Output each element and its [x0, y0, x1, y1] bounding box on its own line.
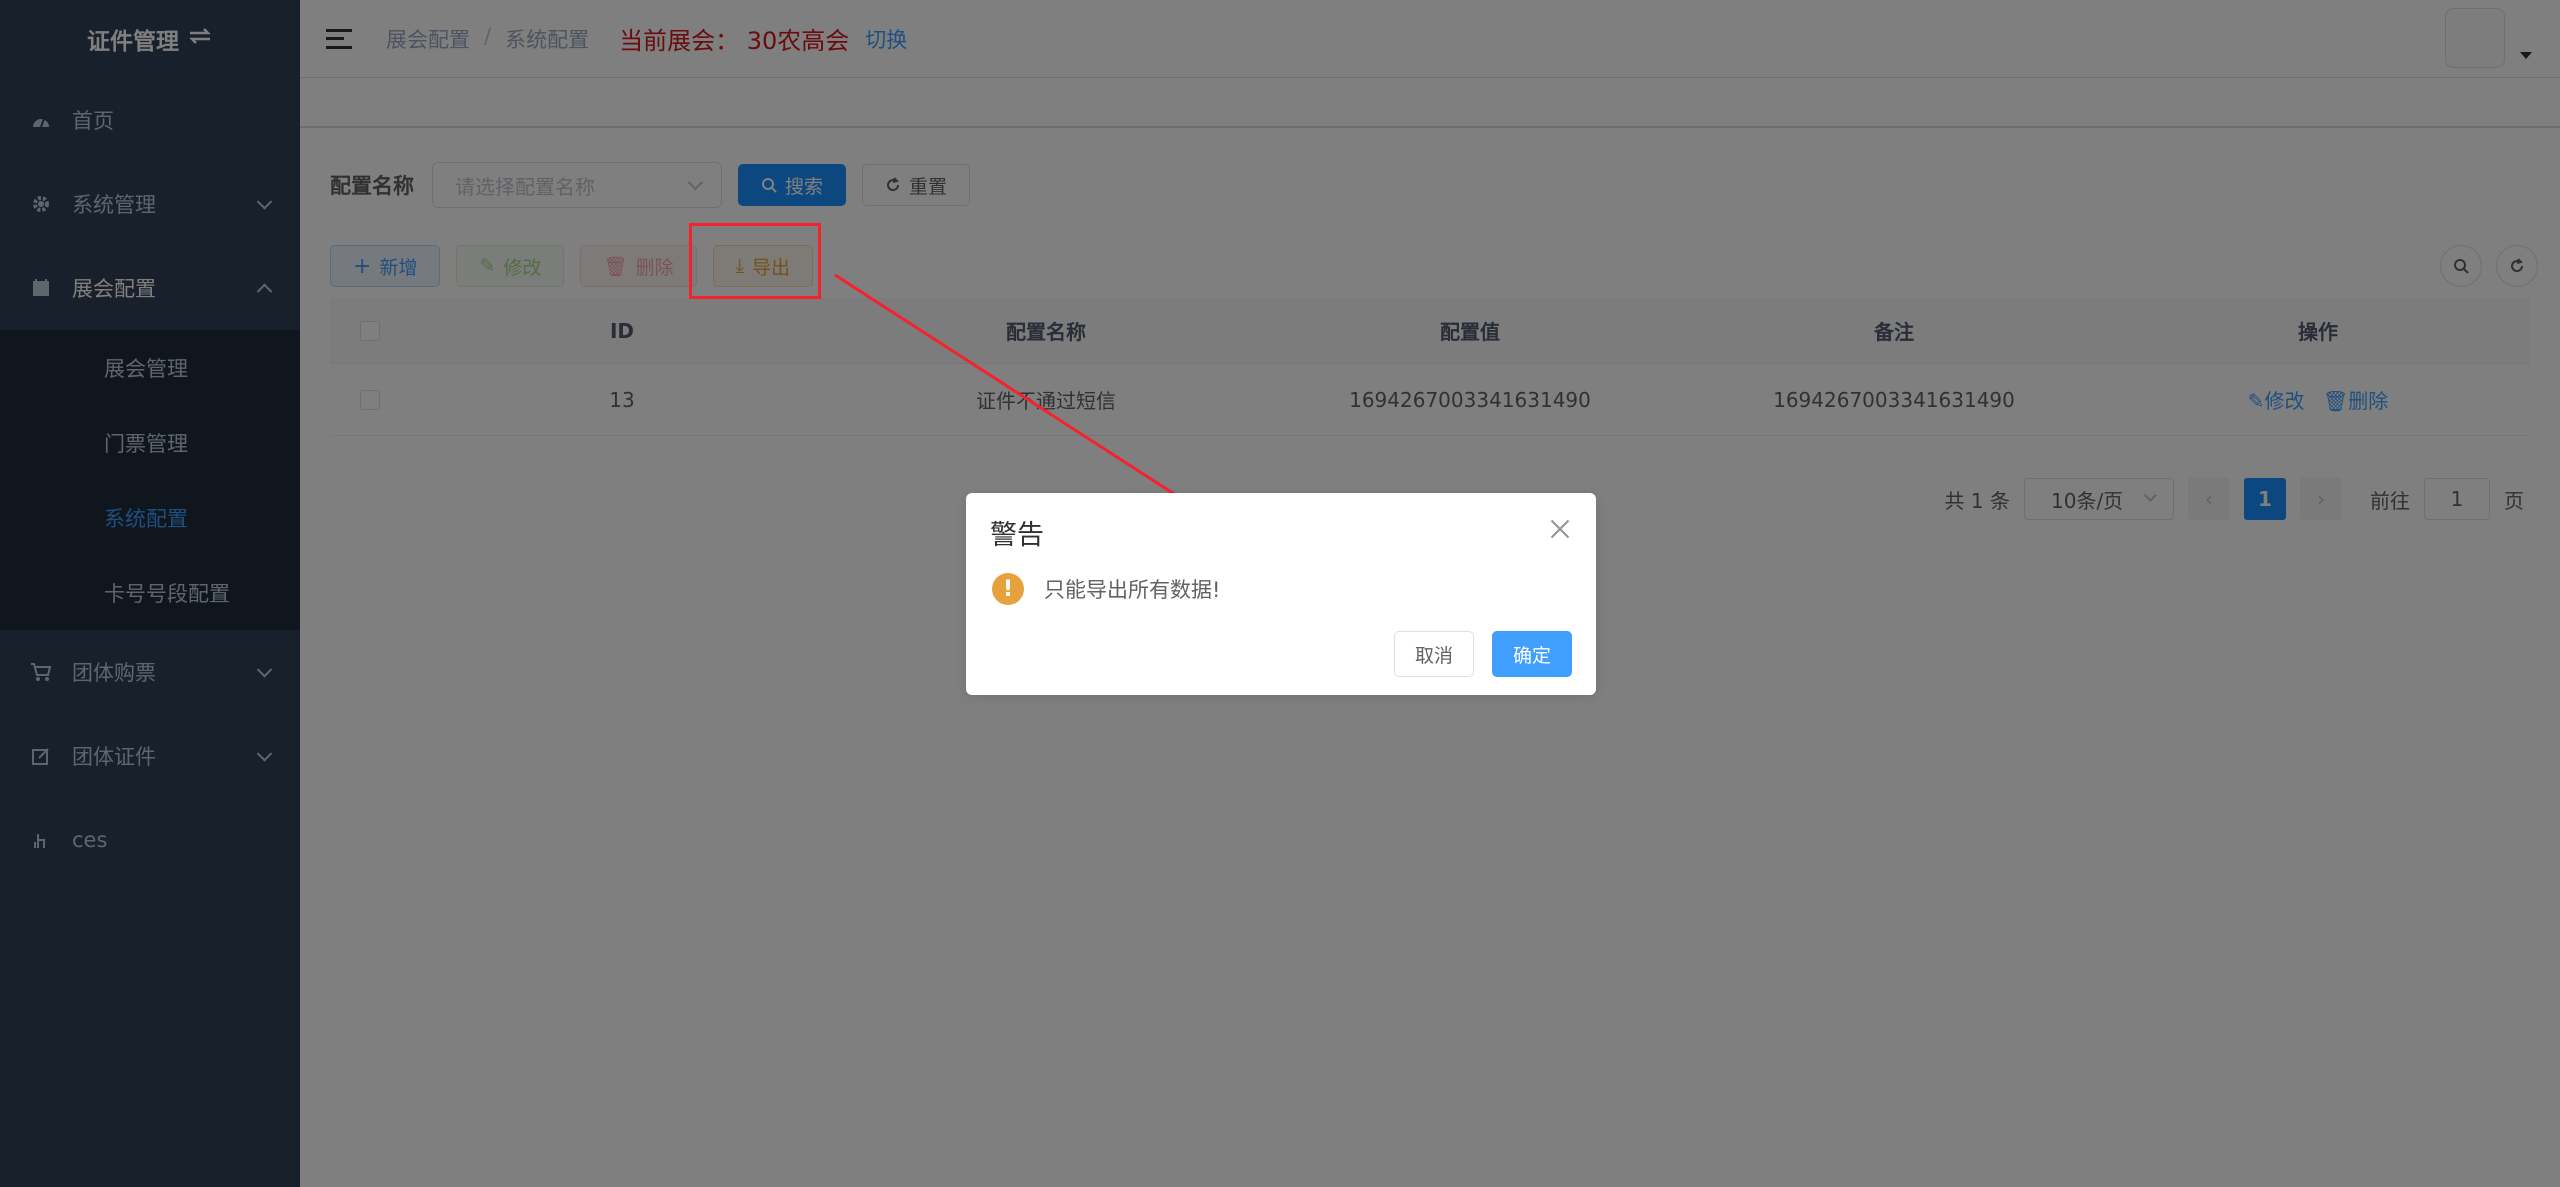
dialog-message: 只能导出所有数据! [1044, 578, 1221, 602]
cancel-button[interactable]: 取消 [1393, 631, 1474, 677]
dialog-body: ! 只能导出所有数据! [992, 573, 1220, 605]
dialog-footer: 取消 确定 [1393, 631, 1572, 677]
confirm-button[interactable]: 确定 [1491, 631, 1572, 677]
warning-dialog: 警告 ! 只能导出所有数据! 取消 确定 [966, 493, 1596, 695]
dialog-title: 警告 [990, 520, 1044, 551]
warning-icon: ! [992, 573, 1024, 605]
close-icon[interactable] [1550, 519, 1570, 539]
